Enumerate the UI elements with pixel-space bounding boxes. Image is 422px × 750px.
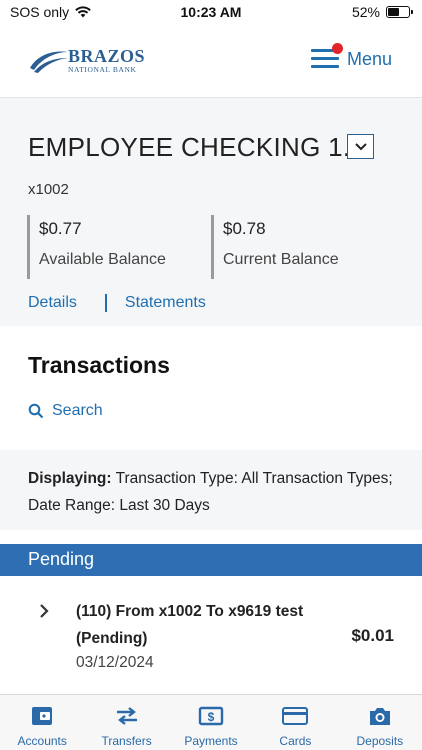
current-balance: $0.78 Current Balance [211, 215, 339, 279]
tab-label: Transfers [101, 734, 152, 748]
logo-subtitle: NATIONAL BANK [68, 65, 137, 74]
account-number: x1002 [28, 181, 69, 198]
tab-payments[interactable]: $ Payments [169, 695, 253, 750]
available-balance-amount: $0.77 [39, 219, 82, 238]
svg-text:$: $ [208, 710, 215, 724]
search-icon [28, 403, 44, 419]
account-links: Details Statements [28, 294, 206, 312]
current-balance-label: Current Balance [223, 251, 339, 268]
tab-accounts[interactable]: Accounts [0, 695, 84, 750]
transfer-arrows-icon [116, 707, 137, 725]
hamburger-icon [310, 43, 343, 69]
wallet-icon [32, 707, 53, 725]
transaction-amount: $0.01 [351, 626, 394, 645]
link-divider [104, 294, 107, 312]
notification-dot [331, 43, 343, 54]
status-right: 52% [351, 4, 413, 20]
tab-label: Accounts [17, 734, 67, 748]
displaying-label: Displaying: [28, 470, 112, 487]
status-bar: SOS only 10:23 AM 52% [0, 0, 422, 24]
logo-name: BRAZOS [68, 46, 146, 66]
details-link[interactable]: Details [28, 294, 77, 312]
tab-deposits[interactable]: Deposits [338, 695, 422, 750]
account-selector-button[interactable] [347, 134, 374, 159]
filter-summary: Displaying: Transaction Type: All Transa… [0, 450, 422, 530]
available-balance: $0.77 Available Balance [27, 215, 166, 279]
transaction-date: 03/12/2024 [76, 654, 154, 671]
pending-section-header: Pending [0, 544, 422, 576]
credit-card-icon [282, 707, 309, 725]
available-balance-label: Available Balance [39, 251, 166, 268]
bottom-tab-bar: Accounts Transfers $ Payments Cards Depo… [0, 694, 422, 750]
bank-logo[interactable]: BRAZOS NATIONAL BANK [28, 44, 158, 78]
tab-transfers[interactable]: Transfers [84, 695, 168, 750]
chevron-right-icon[interactable] [38, 603, 50, 619]
tab-cards[interactable]: Cards [253, 695, 337, 750]
transaction-row[interactable]: (110) From x1002 To x9619 test (Pending)… [0, 576, 422, 694]
menu-label: Menu [346, 48, 392, 69]
battery-level [388, 8, 400, 16]
camera-icon [369, 708, 390, 725]
account-summary: EMPLOYEE CHECKING 1... x1002 $0.77 Avail… [0, 98, 422, 326]
app-header: BRAZOS NATIONAL BANK Menu [0, 24, 422, 98]
dollar-bill-icon: $ [198, 706, 224, 726]
tab-label: Cards [279, 734, 312, 748]
tab-label: Payments [184, 734, 238, 748]
search-label: Search [52, 402, 103, 419]
battery-icon [386, 6, 413, 18]
account-title: EMPLOYEE CHECKING 1... [28, 132, 366, 162]
battery-percent: 52% [351, 4, 380, 20]
chevron-down-icon [354, 142, 367, 150]
menu-button[interactable]: Menu [310, 43, 392, 74]
transaction-description: (110) From x1002 To x9619 test (Pending) [76, 603, 304, 647]
transactions-heading: Transactions [28, 352, 170, 378]
search-button[interactable]: Search [28, 402, 103, 420]
tab-label: Deposits [356, 734, 404, 748]
statements-link[interactable]: Statements [125, 294, 206, 312]
swoosh-logo-icon [30, 51, 68, 73]
current-balance-amount: $0.78 [223, 219, 266, 238]
